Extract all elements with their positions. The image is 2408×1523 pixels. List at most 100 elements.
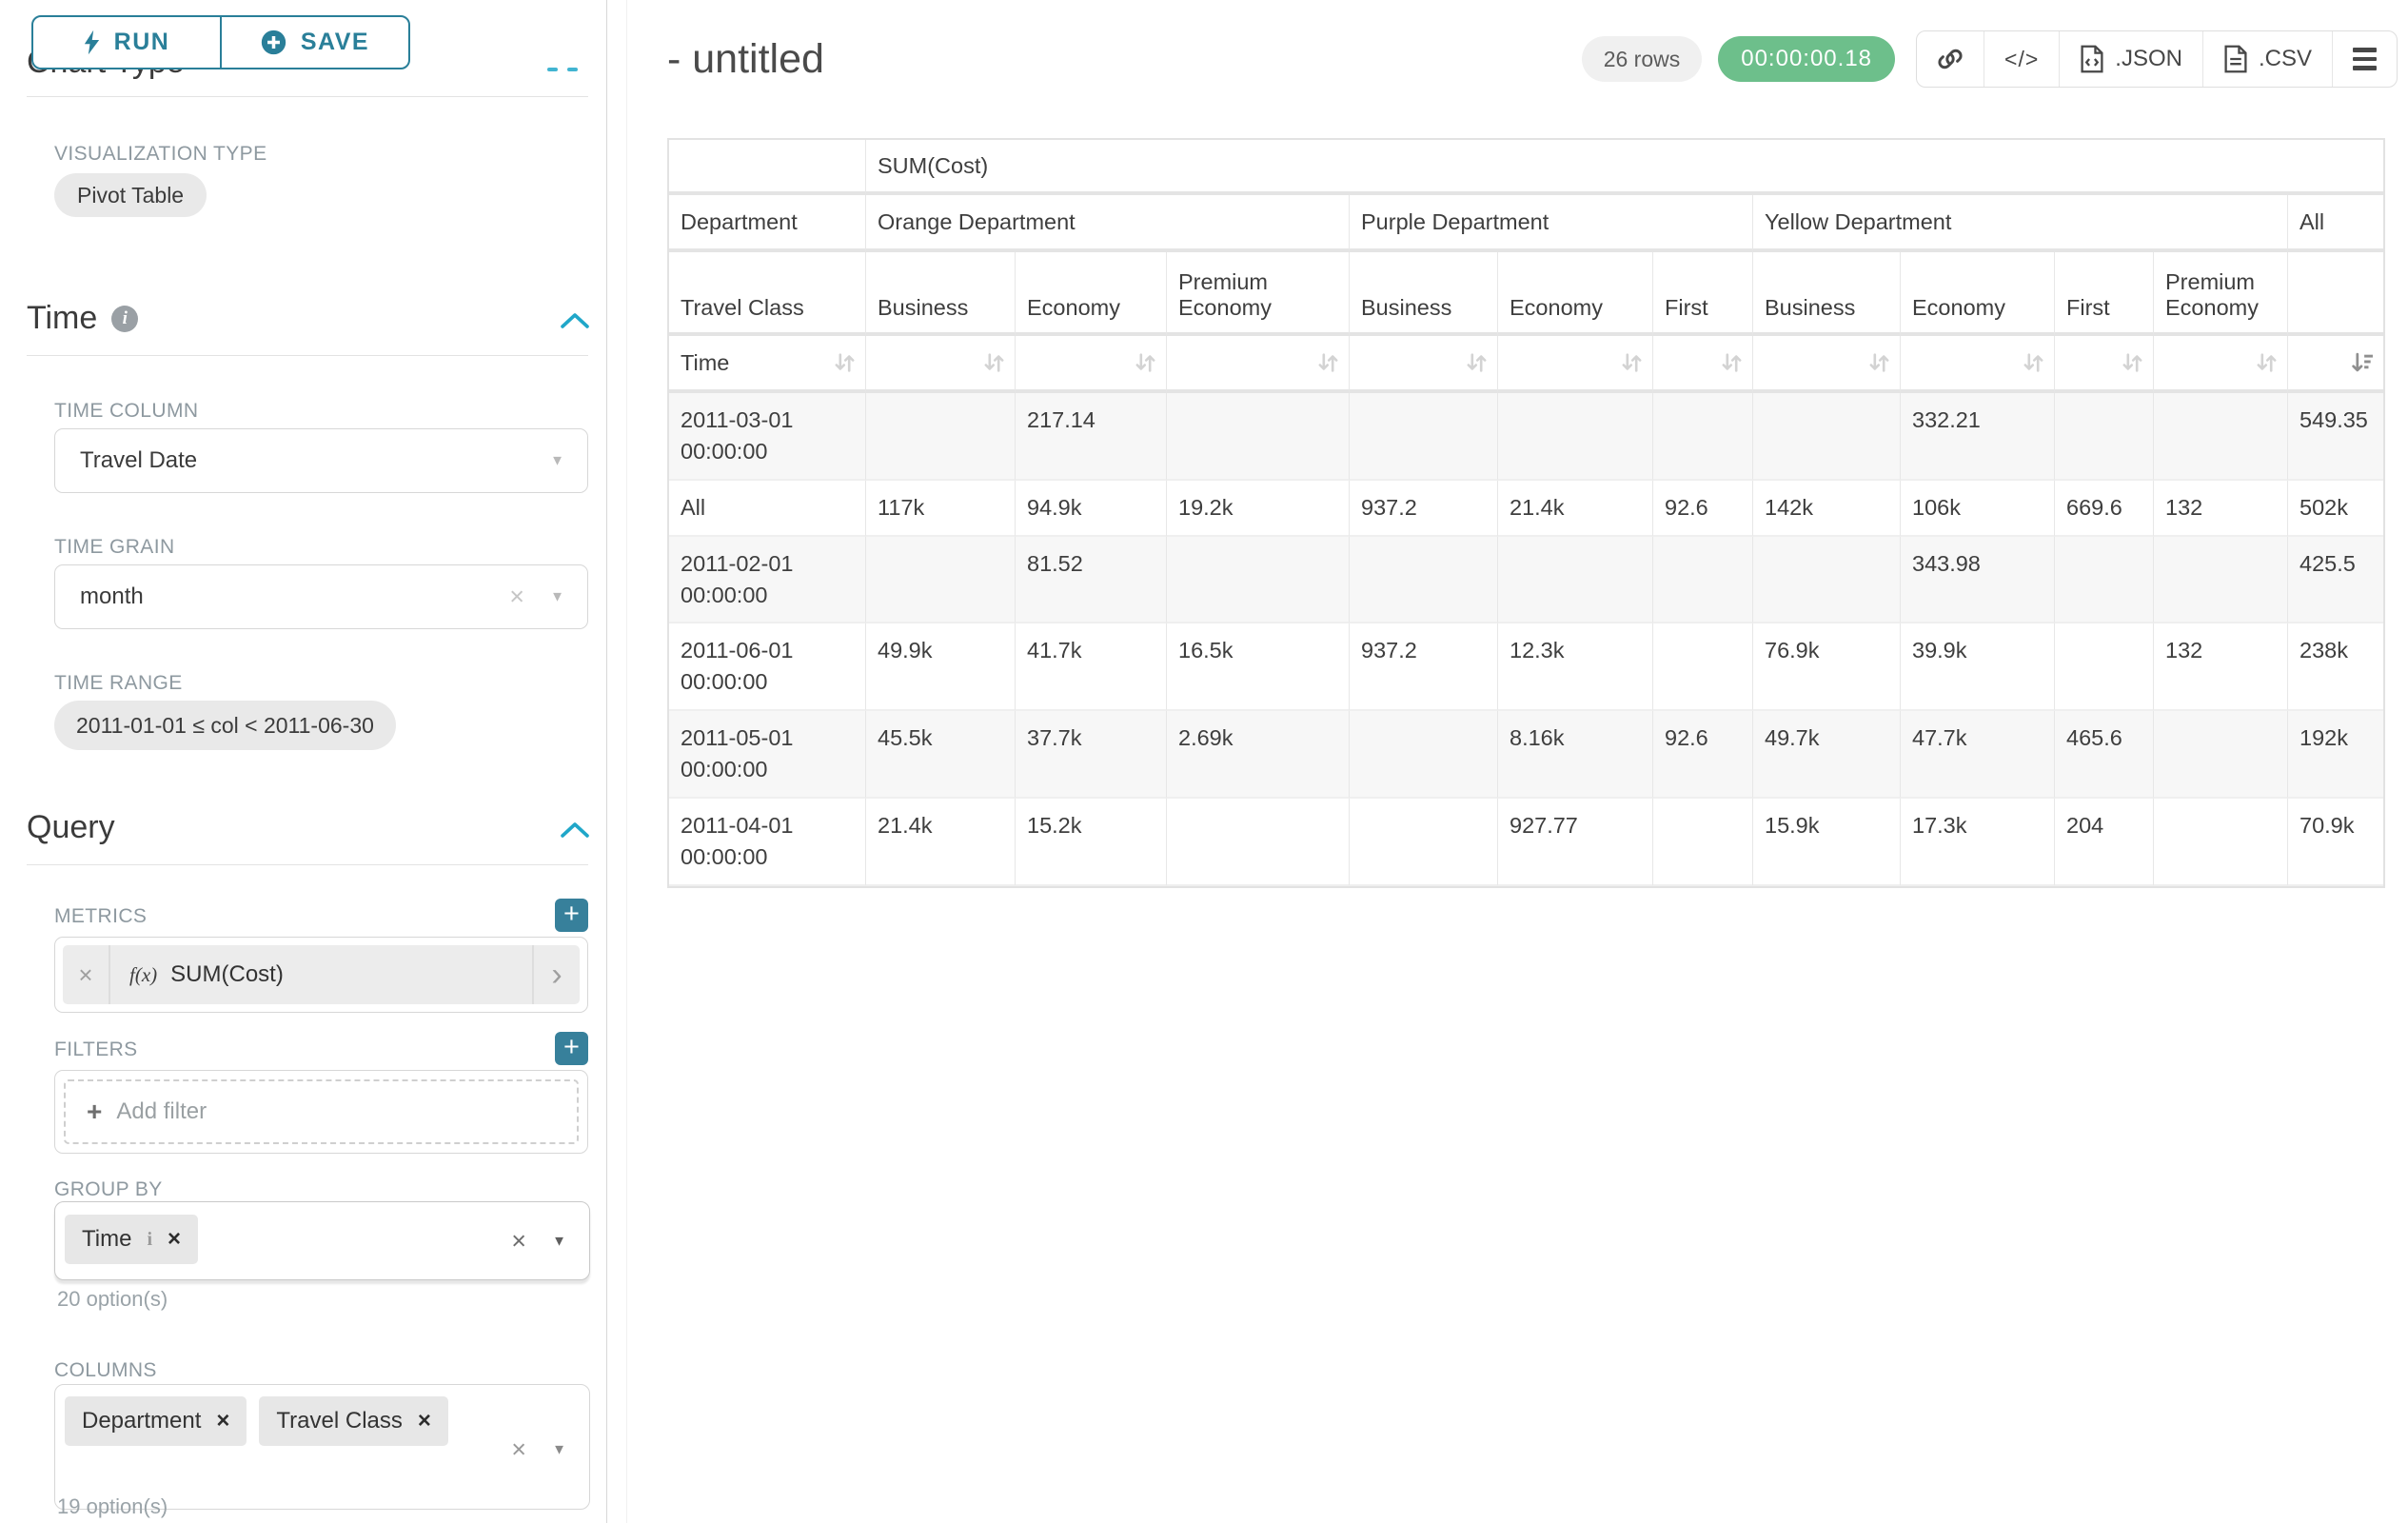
- sort-header-cell[interactable]: [1498, 336, 1653, 393]
- time-column-select[interactable]: Travel Date ▼: [54, 428, 588, 493]
- pivot-value-cell: [1167, 537, 1350, 624]
- chart-header: - untitled 26 rows 00:00:00.18 </>: [667, 29, 2398, 89]
- sort-header-cell[interactable]: [1350, 336, 1498, 393]
- sort-descending-icon[interactable]: [2348, 351, 2376, 375]
- sort-icon[interactable]: [1133, 351, 1158, 375]
- fx-icon: f(x): [129, 963, 157, 987]
- sort-header-cell[interactable]: [2154, 336, 2288, 393]
- row-count-badge: 26 rows: [1582, 36, 1703, 82]
- pivot-row: All117k94.9k19.2k937.221.4k92.6142k106k6…: [669, 481, 2383, 537]
- remove-tag-icon[interactable]: ×: [418, 1408, 431, 1434]
- file-lines-icon: [2223, 45, 2248, 73]
- export-json-button[interactable]: .JSON: [2059, 31, 2202, 87]
- clear-icon[interactable]: ×: [509, 583, 524, 612]
- link-icon: [1937, 46, 1964, 72]
- menu-button[interactable]: [2332, 31, 2397, 87]
- department-row-label: Department: [669, 195, 866, 252]
- sort-icon[interactable]: [981, 351, 1007, 375]
- visualization-type-pill[interactable]: Pivot Table: [54, 173, 207, 217]
- travel-class-header: Business: [1350, 252, 1498, 336]
- save-button-label: SAVE: [301, 29, 369, 56]
- sort-icon[interactable]: [832, 351, 858, 375]
- sort-header-cell[interactable]: [1167, 336, 1350, 393]
- panel-divider-track: [626, 0, 627, 1523]
- pivot-value-cell: 17.3k: [1901, 799, 2055, 886]
- sort-icon[interactable]: [2021, 351, 2046, 375]
- sort-header-cell[interactable]: [866, 336, 1016, 393]
- sort-icon[interactable]: [1619, 351, 1645, 375]
- divider: [27, 864, 588, 865]
- add-filter-dropzone[interactable]: + Add filter: [64, 1079, 579, 1144]
- sort-icon[interactable]: [2254, 351, 2280, 375]
- run-button[interactable]: RUN: [33, 17, 220, 68]
- pivot-value-cell: [2154, 393, 2288, 481]
- travel-class-header: Economy: [1498, 252, 1653, 336]
- clear-icon[interactable]: ×: [511, 1226, 526, 1256]
- sort-header-cell[interactable]: [1753, 336, 1901, 393]
- sort-header-cell[interactable]: [1901, 336, 2055, 393]
- pivot-value-cell: 49.9k: [866, 623, 1016, 711]
- caret-down-icon[interactable]: ▼: [550, 453, 564, 469]
- pivot-value-cell: [1167, 799, 1350, 886]
- pivot-value-cell: 76.9k: [1753, 623, 1901, 711]
- time-grain-select[interactable]: month × ▼: [54, 564, 588, 629]
- pivot-value-cell: 21.4k: [1498, 481, 1653, 537]
- pivot-value-cell: 15.2k: [1016, 799, 1167, 886]
- pivot-value-cell: [1753, 393, 1901, 481]
- sort-header-cell[interactable]: [1653, 336, 1753, 393]
- caret-down-icon[interactable]: ▼: [552, 1442, 566, 1458]
- sort-icon[interactable]: [2120, 351, 2145, 375]
- panel-divider[interactable]: [606, 0, 607, 1523]
- columns-tag: Travel Class ×: [259, 1396, 447, 1446]
- metric-value: SUM(Cost): [170, 961, 284, 988]
- sort-header-cell[interactable]: [1016, 336, 1167, 393]
- embed-code-button[interactable]: </>: [1984, 31, 2059, 87]
- travel-class-header: First: [2055, 252, 2154, 336]
- pivot-value-cell: [2055, 623, 2154, 711]
- add-filter-button[interactable]: +: [555, 1032, 588, 1065]
- pivot-value-cell: 238k: [2288, 623, 2383, 711]
- travel-class-header: [2288, 252, 2383, 336]
- chevron-up-icon[interactable]: [560, 311, 590, 330]
- pivot-table: SUM(Cost)DepartmentOrange DepartmentPurp…: [667, 138, 2385, 888]
- chart-title[interactable]: - untitled: [667, 36, 824, 83]
- time-range-label: TIME RANGE: [54, 672, 183, 695]
- columns-select[interactable]: Department × Travel Class × × ▼: [54, 1384, 590, 1510]
- pivot-row: 2011-04-01 00:00:0021.4k15.2k927.7715.9k…: [669, 799, 2383, 886]
- remove-metric-icon[interactable]: ×: [63, 945, 110, 1004]
- time-section-heading: Time i: [27, 300, 138, 337]
- pivot-value-cell: 47.7k: [1901, 711, 2055, 799]
- query-timer-badge: 00:00:00.18: [1718, 36, 1895, 82]
- add-metric-button[interactable]: +: [555, 899, 588, 932]
- export-csv-button[interactable]: .CSV: [2202, 31, 2332, 87]
- remove-tag-icon[interactable]: ×: [216, 1408, 229, 1434]
- sort-icon[interactable]: [1315, 351, 1341, 375]
- group-by-select[interactable]: Time i × × ▼: [54, 1201, 590, 1280]
- sort-icon[interactable]: [1866, 351, 1892, 375]
- metrics-control: × f(x) SUM(Cost) ›: [54, 937, 588, 1013]
- sort-icon[interactable]: [1464, 351, 1490, 375]
- clear-icon[interactable]: ×: [511, 1435, 526, 1465]
- chevron-right-icon[interactable]: ›: [532, 945, 580, 1004]
- pivot-value-cell: 39.9k: [1901, 623, 2055, 711]
- caret-down-icon[interactable]: ▼: [552, 1233, 566, 1249]
- pivot-value-cell: 332.21: [1901, 393, 2055, 481]
- caret-down-icon[interactable]: ▼: [550, 589, 564, 605]
- remove-tag-icon[interactable]: ×: [168, 1226, 181, 1253]
- travel-class-header: Business: [866, 252, 1016, 336]
- time-sort-header[interactable]: Time: [669, 336, 866, 393]
- sort-header-cell[interactable]: [2055, 336, 2154, 393]
- metric-item[interactable]: × f(x) SUM(Cost) ›: [63, 945, 580, 1004]
- save-button[interactable]: SAVE: [220, 17, 408, 68]
- copy-link-button[interactable]: [1917, 31, 1984, 87]
- filters-control: + Add filter: [54, 1070, 588, 1154]
- time-range-pill[interactable]: 2011-01-01 ≤ col < 2011-06-30: [54, 701, 396, 750]
- query-section-title: Query: [27, 809, 115, 846]
- pivot-row: 2011-02-01 00:00:0081.52343.98425.5: [669, 537, 2383, 624]
- pivot-value-cell: 502k: [2288, 481, 2383, 537]
- sort-header-cell[interactable]: [2288, 336, 2383, 393]
- export-toolbar: </> .JSON: [1916, 30, 2398, 88]
- sort-icon[interactable]: [1719, 351, 1745, 375]
- chevron-up-icon[interactable]: [560, 821, 590, 840]
- pivot-value-cell: 21.4k: [866, 799, 1016, 886]
